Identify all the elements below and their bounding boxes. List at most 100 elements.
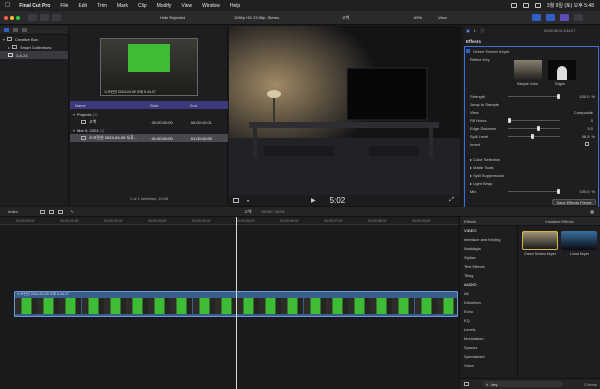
group-projects[interactable]: ▾ Projects (1) <box>70 110 228 118</box>
hide-rejected-filter[interactable]: Hide Rejected <box>156 14 189 21</box>
disclosure-icon[interactable]: ▾ <box>3 37 5 42</box>
insert-clip-icon[interactable] <box>48 209 54 214</box>
column-name[interactable]: Name <box>70 103 150 108</box>
effect-header[interactable]: Green Screen Keyer <box>466 47 509 55</box>
minimize-window-icon[interactable] <box>10 16 14 20</box>
table-row[interactable]: 스크린샷 2024-03-09 오후... 01:00:00:00 01:00:… <box>70 134 228 142</box>
close-window-icon[interactable] <box>4 16 8 20</box>
effects-category-item[interactable]: Voice <box>460 361 517 370</box>
parameter-slider[interactable] <box>508 133 560 139</box>
overwrite-clip-icon[interactable] <box>57 209 63 214</box>
group-spill-suppression[interactable]: ▸ Spill Suppression <box>470 171 504 179</box>
index-button[interactable]: Index <box>8 209 18 214</box>
parameter-slider[interactable] <box>508 117 560 123</box>
library-item-smart-collections[interactable]: ▸ Smart Collections <box>0 43 68 51</box>
effects-category-item[interactable]: Spaces <box>460 343 517 352</box>
libraries-tab-icon[interactable] <box>4 28 9 32</box>
info-inspector-icon[interactable]: ⓘ <box>480 28 484 34</box>
sidebar-toggle-icon[interactable] <box>464 382 469 386</box>
enable-checkbox[interactable] <box>466 49 470 53</box>
column-end[interactable]: End <box>190 103 228 108</box>
edges-thumbnail[interactable] <box>548 60 576 80</box>
installed-effects-dropdown[interactable]: Installed Effects <box>518 217 600 226</box>
control-center-icon[interactable] <box>534 3 541 8</box>
slider-knob[interactable] <box>557 93 560 99</box>
photos-tab-icon[interactable] <box>13 28 18 32</box>
timeline-ruler[interactable]: 00:00:00:00 00:00:01:00 00:00:02:00 00:00:0… <box>0 217 458 225</box>
parameter-value[interactable]: Composite <box>574 110 595 115</box>
slider-knob[interactable] <box>537 125 540 131</box>
menu-file[interactable]: File <box>60 3 68 9</box>
effects-category-item[interactable]: EQ <box>460 316 517 325</box>
select-tool-icon[interactable]: ↖ <box>71 209 74 214</box>
effects-search-input[interactable]: ⌕ key <box>483 381 563 387</box>
library-item-creative-box[interactable]: ▾ Creative Box <box>0 35 68 43</box>
group-color-selection[interactable]: ▸ Color Selection <box>470 155 504 163</box>
effects-category-item[interactable]: Specialized <box>460 352 517 361</box>
effect-thumbnail-green-screen-keyer[interactable] <box>522 231 558 250</box>
library-toggle-icon[interactable] <box>532 14 541 21</box>
append-clip-icon[interactable] <box>39 209 45 214</box>
playhead[interactable] <box>236 217 237 389</box>
parameter-value[interactable]: 0 <box>591 118 595 123</box>
parameter-value[interactable]: 46.5 <box>582 134 592 139</box>
parameter-slider[interactable] <box>508 125 560 131</box>
tools-dropdown[interactable]: ▾ <box>247 198 249 203</box>
parameter-slider[interactable] <box>508 93 560 99</box>
fullscreen-icon[interactable]: ⤢ <box>449 197 454 204</box>
effects-category-item[interactable]: Levels <box>460 325 517 334</box>
group-matte-tools[interactable]: ▸ Matte Tools <box>470 163 504 171</box>
play-icon[interactable]: ▶ <box>311 197 316 204</box>
group-light-wrap[interactable]: ▸ Light Wrap <box>470 179 504 187</box>
table-row[interactable]: 고백 00:00:00:00 00:00:10:01 <box>70 118 228 126</box>
effects-category-item[interactable]: All <box>460 289 517 298</box>
library-item-event[interactable]: 3-8-24 <box>0 51 68 59</box>
effects-category-item[interactable]: Echo <box>460 307 517 316</box>
parameter-value[interactable]: 100.0 <box>579 94 591 99</box>
effects-category-item[interactable]: Modulation <box>460 334 517 343</box>
battery-icon[interactable] <box>522 3 529 8</box>
keyword-icon[interactable] <box>40 14 49 21</box>
viewer[interactable] <box>229 26 460 195</box>
menu-help[interactable]: Help <box>230 3 240 9</box>
slider-knob[interactable] <box>508 117 511 123</box>
invert-checkbox[interactable] <box>585 142 589 146</box>
group-date[interactable]: ▾ Mar 9, 2024 (1) <box>70 126 228 134</box>
view-menu[interactable]: View <box>434 14 451 21</box>
titles-tab-icon[interactable] <box>22 28 27 32</box>
disclosure-icon[interactable]: ▸ <box>8 45 10 50</box>
menu-trim[interactable]: Trim <box>97 3 107 9</box>
menu-app[interactable]: Final Cut Pro <box>19 3 50 9</box>
column-start[interactable]: Start <box>150 103 190 108</box>
browser-preview-thumbnail[interactable] <box>100 38 198 96</box>
color-inspector-icon[interactable]: ◐ <box>474 28 476 34</box>
menu-edit[interactable]: Edit <box>78 3 87 9</box>
effects-category-item[interactable]: Text Effects <box>460 262 517 271</box>
save-effects-preset-button[interactable]: Save Effects Preset <box>552 199 596 205</box>
menu-clip[interactable]: Clip <box>138 3 147 9</box>
disclosure-icon[interactable]: ▾ <box>73 128 75 133</box>
background-tasks-icon[interactable] <box>52 14 61 21</box>
effects-browser-toggle-icon[interactable]: ▦ <box>590 209 594 214</box>
apple-icon[interactable]:  <box>5 2 10 9</box>
disclosure-icon[interactable]: ▾ <box>73 112 75 117</box>
transform-icon[interactable] <box>233 198 239 203</box>
timeline[interactable]: 00:00:00:00 00:00:01:00 00:00:02:00 00:00:0… <box>0 217 458 389</box>
share-icon[interactable] <box>574 14 583 21</box>
slider-knob[interactable] <box>531 133 534 139</box>
timeline-toggle-icon[interactable] <box>546 14 555 21</box>
effects-category-item[interactable]: Stylize <box>460 253 517 262</box>
wifi-icon[interactable] <box>510 3 517 8</box>
menu-modify[interactable]: Modify <box>157 3 172 9</box>
mix-slider[interactable] <box>508 188 560 194</box>
zoom-window-icon[interactable] <box>16 16 20 20</box>
effects-category-item[interactable]: Distortion <box>460 298 517 307</box>
menubar-clock[interactable]: 3월 9일 (토) 오후 5:48 <box>547 2 594 9</box>
menu-view[interactable]: View <box>181 3 192 9</box>
menu-window[interactable]: Window <box>202 3 220 9</box>
parameter-value[interactable]: 5.0 <box>587 126 595 131</box>
sample-color-thumbnail[interactable] <box>514 60 542 80</box>
effects-category-item[interactable]: Tiling <box>460 271 517 280</box>
import-icon[interactable] <box>28 14 37 21</box>
effect-thumbnail-luma-keyer[interactable] <box>561 231 597 250</box>
